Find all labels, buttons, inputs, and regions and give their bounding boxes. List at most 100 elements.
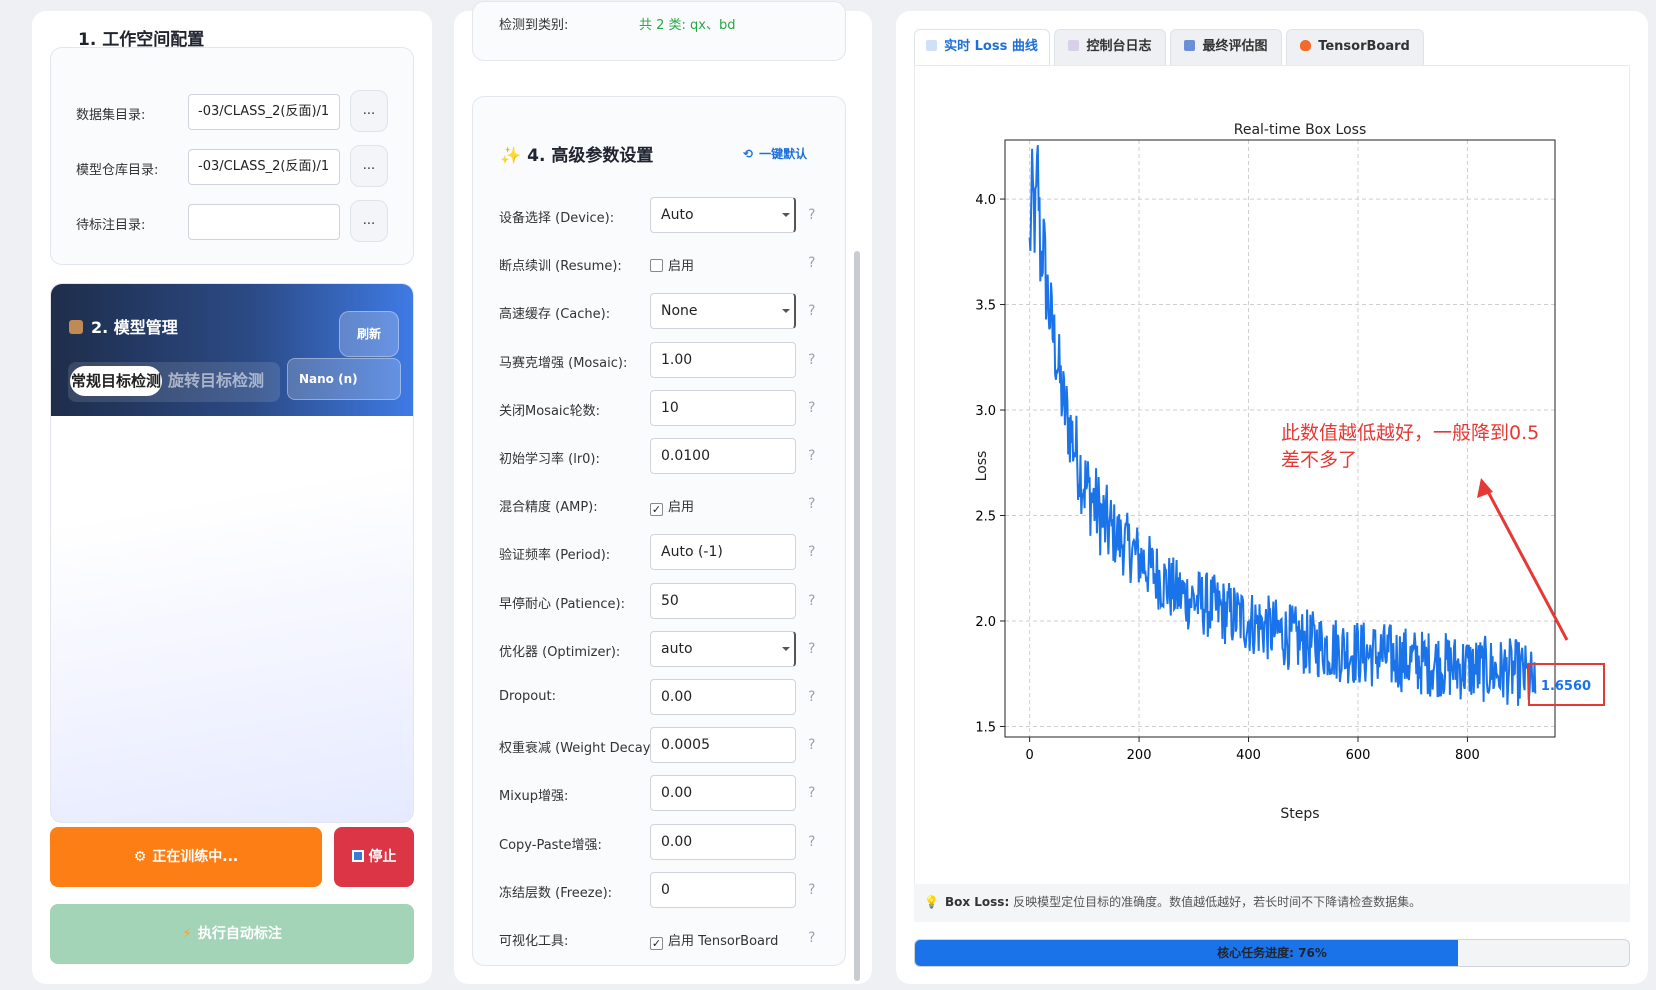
chevron-down-icon <box>782 647 790 651</box>
param-input[interactable]: 0.0005 <box>650 727 796 763</box>
middle-panel: 检测到类别: 共 2 类: qx、bd ✨ 4. 高级参数设置 ⟲ 一键默认 设备选… <box>454 1 872 984</box>
param-label: 冻结层数 (Freeze): <box>499 886 613 901</box>
help-icon[interactable]: ? <box>808 641 815 657</box>
model-header: 2. 模型管理 刷新 常规目标检测 旋转目标检测 Nano (n) <box>51 284 413 416</box>
checkbox-label: 启用 <box>668 259 695 274</box>
help-icon[interactable]: ? <box>808 207 815 223</box>
param-label: Copy-Paste增强: <box>499 838 602 853</box>
stop-button[interactable]: 停止 <box>334 827 414 887</box>
detected-classes-label: 检测到类别: <box>499 18 569 33</box>
right-panel: 实时 Loss 曲线 控制台日志 最终评估图 TensorBoard Real-… <box>896 11 1648 984</box>
refresh-button[interactable]: 刷新 <box>339 311 399 357</box>
y-tick-label: 3.0 <box>975 404 996 419</box>
param-checkbox[interactable]: ✓ 启用 TensorBoard <box>650 930 778 950</box>
model-size-select[interactable]: Nano (n) <box>287 358 401 400</box>
help-icon[interactable]: ? <box>808 400 815 416</box>
chevron-down-icon <box>782 309 790 313</box>
param-input[interactable]: 50 <box>650 583 796 619</box>
advanced-settings: ✨ 4. 高级参数设置 ⟲ 一键默认 设备选择 (Device): Auto? 断点续训… <box>472 96 846 966</box>
progress-label: 核心任务进度: 76% <box>1217 946 1327 960</box>
param-input[interactable]: Auto (-1) <box>650 534 796 570</box>
detected-classes-value: 共 2 类: qx、bd <box>639 18 736 33</box>
help-icon[interactable]: ? <box>808 303 815 319</box>
param-select[interactable]: Auto <box>650 197 796 233</box>
auto-label-button[interactable]: ⚡ 执行自动标注 <box>50 904 414 964</box>
tab-rotated-detection[interactable]: 旋转目标检测 <box>168 366 264 396</box>
param-input[interactable]: 0.00 <box>650 824 796 860</box>
help-icon[interactable]: ? <box>808 496 815 512</box>
help-icon[interactable]: ? <box>808 544 815 560</box>
param-label: 可视化工具: <box>499 934 569 949</box>
tab-final-eval-label: 最终评估图 <box>1202 39 1268 54</box>
param-value: 10 <box>661 400 679 416</box>
task-progress-bar: 核心任务进度: 76% <box>914 939 1630 967</box>
checkbox-checked[interactable]: ✓ <box>650 503 663 516</box>
x-tick-label: 200 <box>1127 748 1152 763</box>
help-icon[interactable]: ? <box>808 930 815 946</box>
param-input[interactable]: 0.00 <box>650 679 796 715</box>
param-checkbox[interactable]: ✓ 启用 <box>650 496 694 516</box>
auto-label-button-label: 执行自动标注 <box>197 926 282 942</box>
scrollbar[interactable] <box>854 251 860 981</box>
hint-text: 反映模型定位目标的准确度。数值越低越好，若长时间不下降请检查数据集。 <box>1009 895 1422 909</box>
chart-title: Real-time Box Loss <box>1234 122 1367 138</box>
tab-console-log[interactable]: 控制台日志 <box>1054 29 1166 65</box>
param-input[interactable]: 10 <box>650 390 796 426</box>
param-input[interactable]: 0.0100 <box>650 438 796 474</box>
tab-regular-detection[interactable]: 常规目标检测 <box>70 366 162 396</box>
help-icon[interactable]: ? <box>808 255 815 271</box>
checkbox-unchecked[interactable] <box>650 259 663 272</box>
dataset-dir-input[interactable]: -03/CLASS_2(反面)/1 <box>188 94 340 130</box>
y-axis-label: Loss <box>974 451 990 482</box>
help-icon[interactable]: ? <box>808 882 815 898</box>
y-tick-label: 3.5 <box>975 299 996 314</box>
tab-tensorboard[interactable]: TensorBoard <box>1286 29 1424 65</box>
param-label: 初始学习率 (lr0): <box>499 452 600 467</box>
help-icon[interactable]: ? <box>808 593 815 609</box>
reset-defaults-button[interactable]: ⟲ 一键默认 <box>743 145 807 162</box>
console-icon <box>1068 40 1080 51</box>
x-tick-label: 0 <box>1025 748 1033 763</box>
left-panel: 1. 工作空间配置 数据集目录: -03/CLASS_2(反面)/1 ... 模… <box>32 11 432 984</box>
param-checkbox[interactable]: 启用 <box>650 255 694 274</box>
param-label: 高速缓存 (Cache): <box>499 307 611 322</box>
param-value: Auto <box>661 207 694 223</box>
to-label-dir-browse-button[interactable]: ... <box>350 200 388 242</box>
tab-final-eval[interactable]: 最终评估图 <box>1170 29 1282 65</box>
to-label-dir-label: 待标注目录: <box>76 218 146 233</box>
reset-icon: ⟲ <box>743 147 754 161</box>
help-icon[interactable]: ? <box>808 785 815 801</box>
param-label: 混合精度 (AMP): <box>499 500 598 515</box>
advanced-title: ✨ 4. 高级参数设置 <box>500 141 653 166</box>
param-input[interactable]: 0.00 <box>650 775 796 811</box>
y-tick-label: 2.0 <box>975 615 996 630</box>
dataset-dir-browse-button[interactable]: ... <box>350 90 388 132</box>
help-icon[interactable]: ? <box>808 834 815 850</box>
param-label: 权重衰减 (Weight Decay): <box>499 741 660 756</box>
param-value: None <box>661 303 698 319</box>
task-type-switch: 常规目标检测 旋转目标检测 <box>68 362 280 402</box>
param-value: 0.00 <box>661 689 693 705</box>
help-icon[interactable]: ? <box>808 737 815 753</box>
help-icon[interactable]: ? <box>808 689 815 705</box>
checkbox-checked[interactable]: ✓ <box>650 937 663 950</box>
tab-tensorboard-label: TensorBoard <box>1318 39 1410 54</box>
param-label: 关闭Mosaic轮数: <box>499 404 601 419</box>
help-icon[interactable]: ? <box>808 448 815 464</box>
param-value: 0.0005 <box>661 737 710 753</box>
help-icon[interactable]: ? <box>808 352 815 368</box>
model-repo-dir-input[interactable]: -03/CLASS_2(反面)/1 <box>188 149 340 185</box>
param-select[interactable]: auto <box>650 631 796 667</box>
param-input[interactable]: 1.00 <box>650 342 796 378</box>
tab-loss-curve[interactable]: 实时 Loss 曲线 <box>914 29 1050 65</box>
param-label: 断点续训 (Resume): <box>499 259 622 274</box>
sparkle-icon: ✨ <box>500 146 522 166</box>
param-input[interactable]: 0 <box>650 872 796 908</box>
to-label-dir-input[interactable] <box>188 204 340 240</box>
model-repo-dir-browse-button[interactable]: ... <box>350 145 388 187</box>
training-button[interactable]: ⚙ 正在训练中... <box>50 827 322 887</box>
param-value: 50 <box>661 593 679 609</box>
tab-loss-curve-label: 实时 Loss 曲线 <box>944 39 1038 54</box>
loss-hint: 💡 Box Loss: 反映模型定位目标的准确度。数值越低越好，若长时间不下降请检… <box>914 884 1630 922</box>
param-select[interactable]: None <box>650 293 796 329</box>
